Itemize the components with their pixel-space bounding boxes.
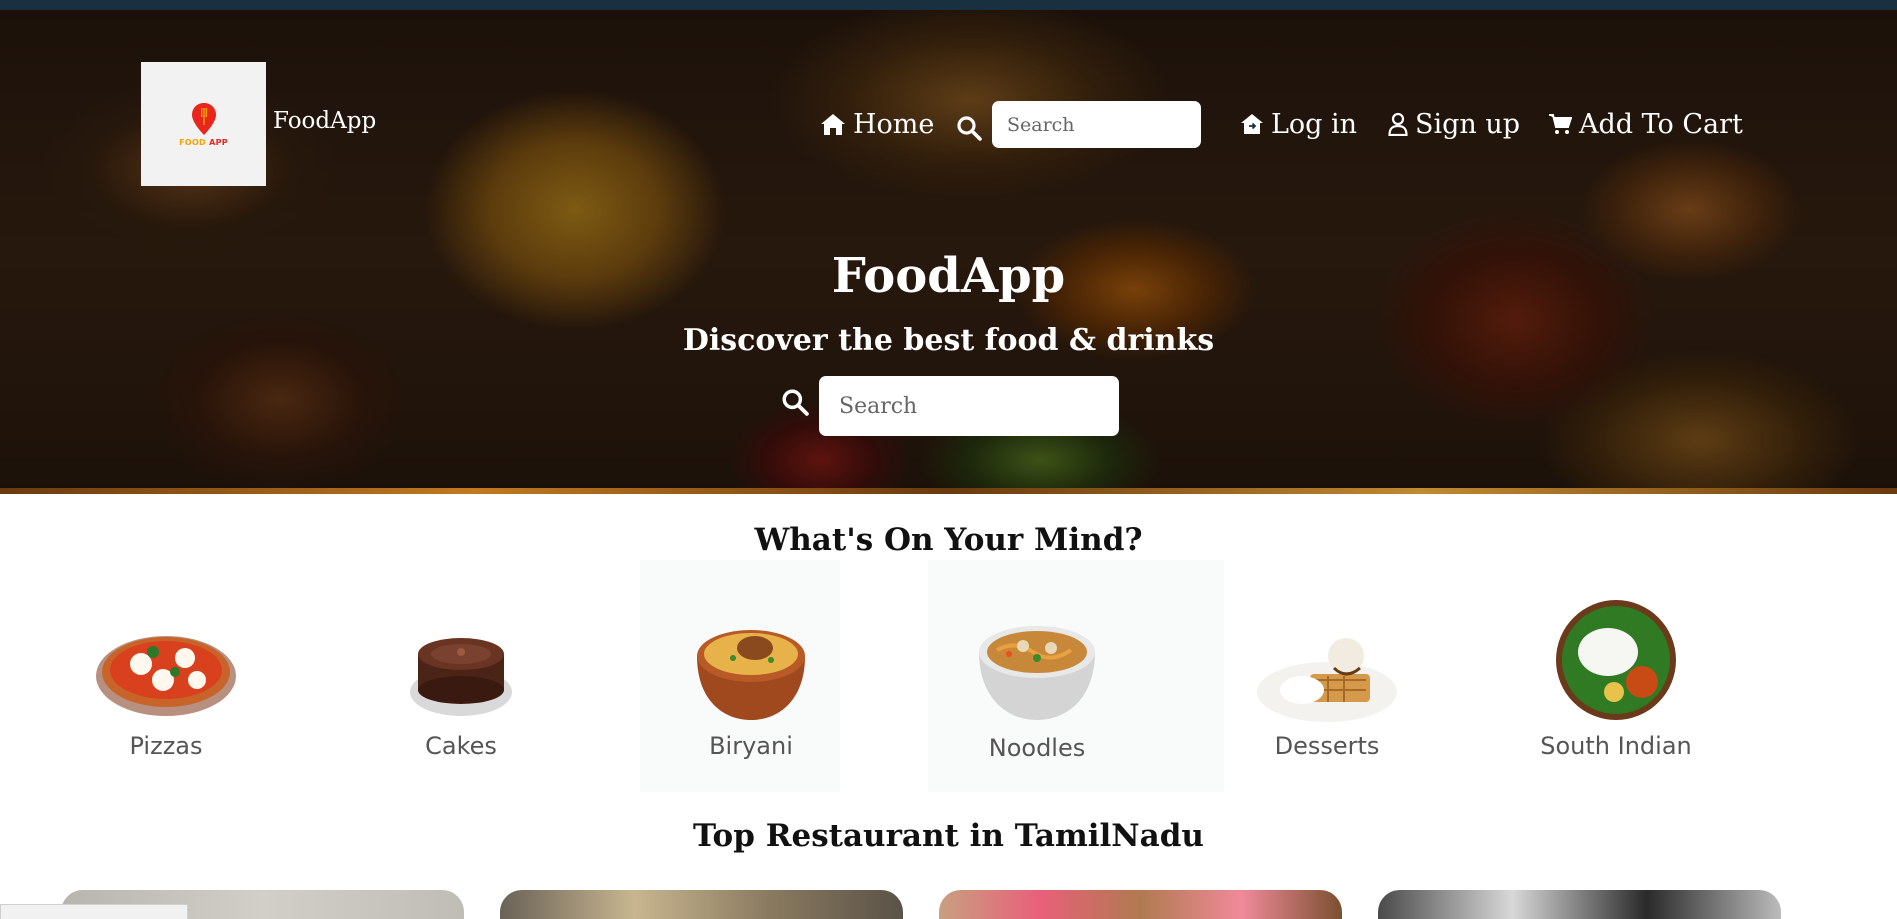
search-icon: [957, 116, 982, 141]
categories-title: What's On Your Mind?: [754, 522, 1143, 558]
category-biryani[interactable]: Biryani: [661, 612, 841, 772]
hero-search-input[interactable]: [819, 376, 1119, 436]
nav-cart-link[interactable]: Add To Cart: [1548, 100, 1743, 148]
restaurants-title: Top Restaurant in TamilNadu: [693, 818, 1204, 854]
pizza-icon: [96, 636, 236, 716]
nav-cart-label: Add To Cart: [1579, 108, 1743, 140]
category-noodles[interactable]: Noodles: [947, 612, 1127, 772]
hero-bottom-strip: [0, 488, 1897, 494]
category-label: Desserts: [1274, 732, 1380, 760]
noodles-icon: [979, 626, 1095, 720]
login-house-icon: [1241, 114, 1263, 134]
restaurant-card[interactable]: [939, 890, 1342, 919]
nav-signup-label: Sign up: [1415, 108, 1521, 140]
cart-icon: [1549, 114, 1572, 134]
nav-home-label: Home: [853, 108, 935, 140]
category-label: Cakes: [425, 732, 497, 760]
cake-icon: [410, 638, 512, 716]
category-south-indian[interactable]: South Indian: [1526, 600, 1706, 772]
nav-login-label: Log in: [1271, 108, 1358, 140]
category-pizzas[interactable]: Pizzas: [76, 612, 256, 772]
nav-search-icon-wrap: [956, 104, 982, 152]
nav-search-input[interactable]: [992, 101, 1201, 148]
category-label: South Indian: [1540, 732, 1692, 760]
category-desserts[interactable]: Desserts: [1237, 612, 1417, 772]
idli-icon: [1556, 600, 1676, 720]
nav-login-link[interactable]: Log in: [1240, 100, 1357, 148]
search-icon: [782, 389, 809, 416]
category-label: Noodles: [988, 734, 1086, 762]
hero-banner: FOOD APP FoodApp Home Log in Sign up Add…: [0, 10, 1897, 494]
hero-search-icon-wrap: [781, 388, 809, 420]
category-label: Pizzas: [129, 732, 203, 760]
top-nav: Home Log in Sign up Add To Cart: [0, 100, 1897, 150]
user-icon: [1388, 112, 1408, 136]
dessert-icon: [1257, 638, 1397, 722]
nav-home-link[interactable]: Home: [820, 100, 934, 148]
hero-subtitle: Discover the best food & drinks: [682, 323, 1215, 358]
status-tooltip: [0, 904, 188, 919]
category-cakes[interactable]: Cakes: [371, 612, 551, 772]
hero-title: FoodApp: [831, 248, 1066, 304]
browser-top-bar: [0, 0, 1897, 10]
restaurant-card[interactable]: [500, 890, 903, 919]
category-label: Biryani: [709, 732, 793, 760]
nav-signup-link[interactable]: Sign up: [1388, 100, 1520, 148]
restaurant-card[interactable]: [1378, 890, 1781, 919]
biryani-icon: [697, 630, 805, 720]
home-icon: [821, 114, 845, 135]
